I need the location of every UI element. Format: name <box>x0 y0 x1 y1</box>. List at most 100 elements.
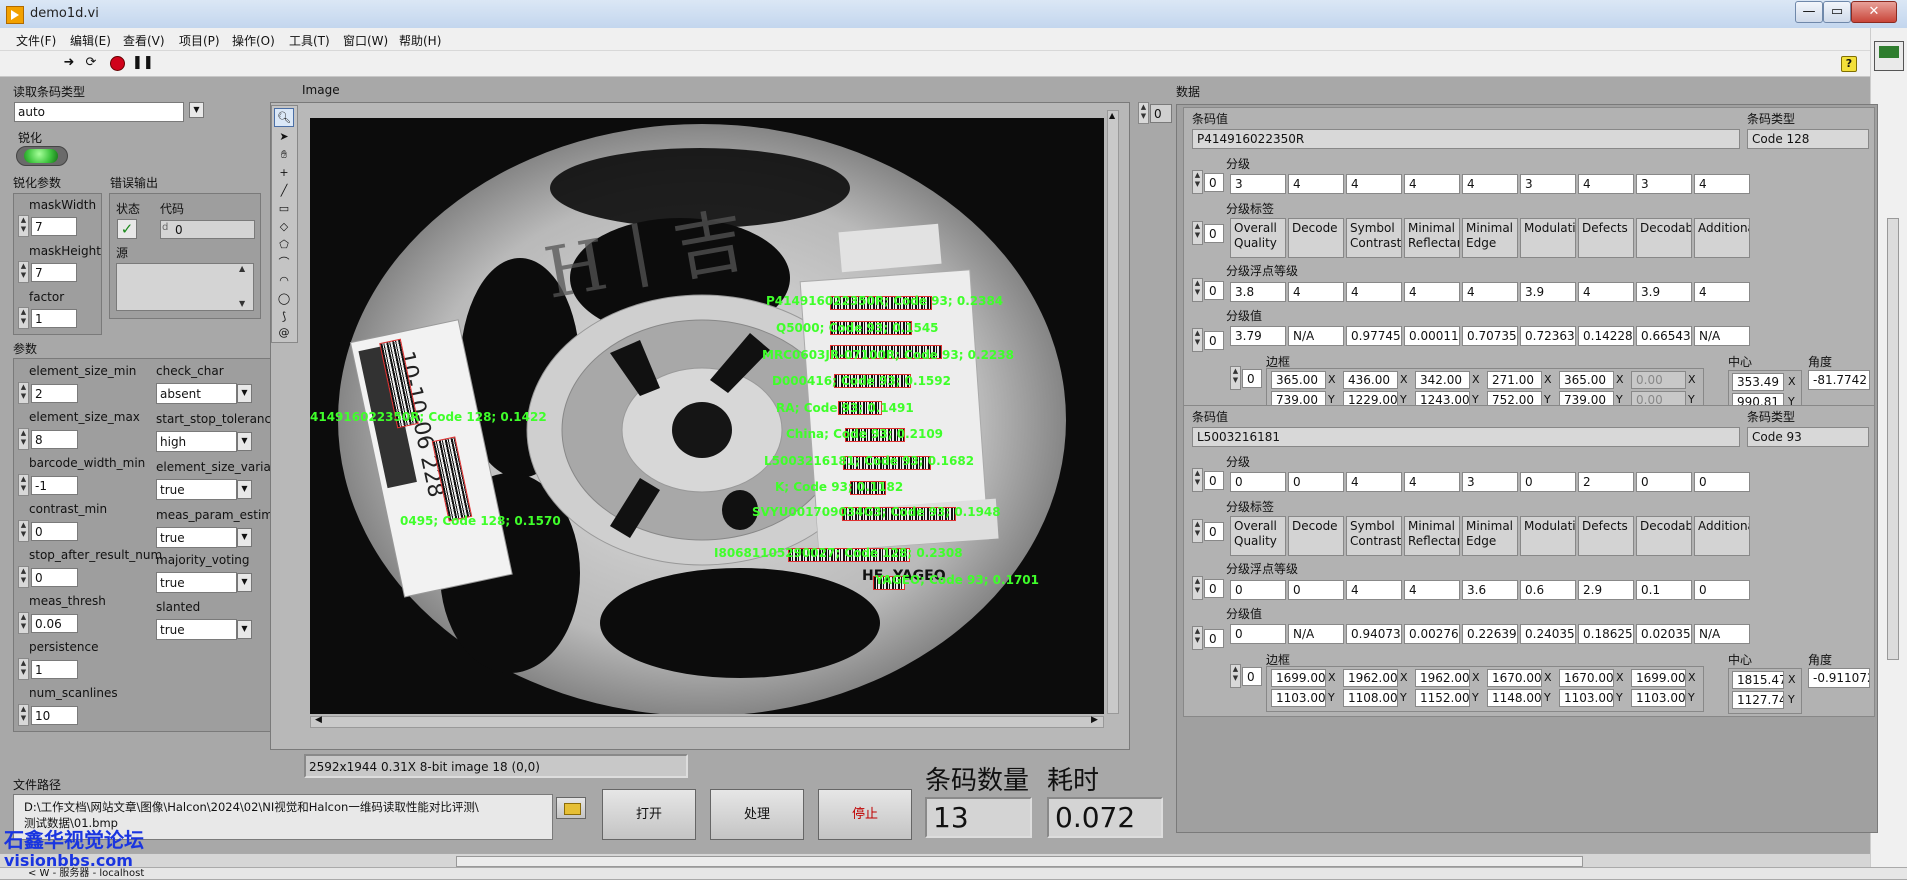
rotated-rect-tool-icon[interactable]: ◇ <box>274 217 294 236</box>
open-button[interactable]: 打开 <box>602 789 696 840</box>
meas-thresh-input[interactable]: 0.06 <box>31 614 78 633</box>
box-index-input[interactable]: 0 <box>1242 667 1262 686</box>
menu-help[interactable]: 帮助(H) <box>399 32 441 49</box>
run-arrow-icon[interactable]: ➜ <box>62 56 76 70</box>
values-index-spinner[interactable]: ▲ ▼ <box>1192 626 1203 650</box>
grade-index-spinner[interactable]: ▲ ▼ <box>1192 468 1203 492</box>
rectangle-tool-icon[interactable]: ▭ <box>274 199 294 218</box>
select-arrow-tool-icon[interactable]: ➤ <box>274 127 294 146</box>
grade-index-input[interactable]: 0 <box>1204 471 1224 490</box>
freehand-tool-icon[interactable]: ⌒ <box>274 253 294 272</box>
process-button[interactable]: 处理 <box>710 789 804 840</box>
vertical-scroll-thumb[interactable] <box>1887 218 1899 660</box>
element-size-max-spinner[interactable]: ▲ ▼ <box>18 428 29 450</box>
scroll-up-icon[interactable]: ▲ <box>1109 111 1115 120</box>
source-scroll-down-icon[interactable]: ▼ <box>239 299 245 308</box>
contrast-min-input[interactable]: 0 <box>31 522 78 541</box>
tags-index-input[interactable]: 0 <box>1204 224 1224 243</box>
menu-project[interactable]: 项目(P) <box>179 32 220 49</box>
menu-view[interactable]: 查看(V) <box>123 32 165 49</box>
grade-index-input[interactable]: 0 <box>1204 173 1224 192</box>
persistence-spinner[interactable]: ▲ ▼ <box>18 658 29 680</box>
mask-width-spinner[interactable]: ▲ ▼ <box>18 215 29 237</box>
start-stop-tolerance-select[interactable]: high <box>156 431 237 452</box>
menu-tools[interactable]: 工具(T) <box>289 32 330 49</box>
num-scanlines-spinner[interactable]: ▲ ▼ <box>18 704 29 726</box>
barcode-width-min-spinner[interactable]: ▲ ▼ <box>18 474 29 496</box>
factor-input[interactable]: 1 <box>31 309 77 328</box>
front-panel-horizontal-scrollbar[interactable] <box>0 853 1870 868</box>
pause-icon[interactable]: ❚❚ <box>132 56 154 70</box>
menu-operate[interactable]: 操作(O) <box>232 32 275 49</box>
values-index-spinner[interactable]: ▲ ▼ <box>1192 328 1203 352</box>
element-size-min-spinner[interactable]: ▲ ▼ <box>18 382 29 404</box>
check-char-dropdown-icon[interactable]: ▼ <box>237 384 252 403</box>
run-continuously-icon[interactable]: ⟳ <box>84 56 98 70</box>
zoom-tool-icon[interactable]: 🔍︎ <box>274 108 294 127</box>
values-index-input[interactable]: 0 <box>1204 629 1224 648</box>
barcode-width-min-input[interactable]: -1 <box>31 476 78 495</box>
menu-window[interactable]: 窗口(W) <box>343 32 388 49</box>
box-index-spinner[interactable]: ▲ ▼ <box>1230 366 1241 390</box>
scroll-right-icon[interactable]: ▶ <box>1091 715 1098 725</box>
data-index-input[interactable]: 0 <box>1150 104 1172 123</box>
slanted-select[interactable]: true <box>156 619 237 640</box>
float-index-spinner[interactable]: ▲ ▼ <box>1192 576 1203 600</box>
stop-button[interactable]: 停止 <box>818 789 912 840</box>
mask-height-input[interactable]: 7 <box>31 263 77 282</box>
minimize-button[interactable]: — <box>1795 1 1823 23</box>
line-tool-icon[interactable]: ╱ <box>274 181 294 200</box>
mask-width-input[interactable]: 7 <box>31 217 77 236</box>
menu-edit[interactable]: 编辑(E) <box>70 32 111 49</box>
error-code-field[interactable]: 0 <box>160 220 255 239</box>
start-stop-tolerance-dropdown-icon[interactable]: ▼ <box>237 432 252 451</box>
help-icon[interactable]: ? <box>1841 56 1857 72</box>
stop-after-result-num-input[interactable]: 0 <box>31 568 78 587</box>
image-horizontal-scrollbar[interactable]: ◀ ▶ <box>310 715 1104 728</box>
maximize-button[interactable]: ▭ <box>1823 1 1851 23</box>
float-index-input[interactable]: 0 <box>1204 579 1224 598</box>
abort-icon[interactable] <box>110 56 125 71</box>
point-tool-icon[interactable]: + <box>274 163 294 182</box>
image-vertical-scrollbar[interactable]: ▲ <box>1107 110 1119 714</box>
box-index-spinner[interactable]: ▲ ▼ <box>1230 664 1241 688</box>
meas-param-estimation-select[interactable]: true <box>156 527 237 548</box>
oval-tool-icon[interactable]: ◯ <box>274 289 294 308</box>
meas-param-estimation-dropdown-icon[interactable]: ▼ <box>237 528 252 547</box>
error-source-field[interactable] <box>116 263 254 311</box>
polygon-tool-icon[interactable]: ⬠ <box>274 235 294 254</box>
spiral-tool-icon[interactable]: @ <box>274 323 294 342</box>
mask-height-spinner[interactable]: ▲ ▼ <box>18 261 29 283</box>
image-canvas[interactable]: H丨吉 10-10-06 228 YAGEO HF P414916022350R… <box>310 118 1104 714</box>
element-size-max-input[interactable]: 8 <box>31 430 78 449</box>
tags-index-spinner[interactable]: ▲ ▼ <box>1192 519 1203 543</box>
close-button[interactable]: ✕ <box>1851 1 1897 23</box>
pan-hand-tool-icon[interactable]: ✋︎ <box>274 145 294 164</box>
stop-after-result-num-spinner[interactable]: ▲ ▼ <box>18 566 29 588</box>
float-index-input[interactable]: 0 <box>1204 281 1224 300</box>
horizontal-scroll-thumb[interactable] <box>456 856 1583 867</box>
majority-voting-select[interactable]: true <box>156 572 237 593</box>
element-size-min-input[interactable]: 2 <box>31 384 78 403</box>
data-index-spinner[interactable]: ▲ ▼ <box>1138 102 1149 124</box>
tags-index-input[interactable]: 0 <box>1204 522 1224 541</box>
browse-folder-button[interactable] <box>556 797 586 819</box>
factor-spinner[interactable]: ▲ ▼ <box>18 307 29 329</box>
check-char-select[interactable]: absent <box>156 383 237 404</box>
tags-index-spinner[interactable]: ▲ ▼ <box>1192 221 1203 245</box>
sharpen-toggle[interactable] <box>16 146 68 166</box>
element-size-variable-select[interactable]: true <box>156 479 237 500</box>
majority-voting-dropdown-icon[interactable]: ▼ <box>237 573 252 592</box>
slanted-dropdown-icon[interactable]: ▼ <box>237 620 252 639</box>
contrast-min-spinner[interactable]: ▲ ▼ <box>18 520 29 542</box>
grade-index-spinner[interactable]: ▲ ▼ <box>1192 170 1203 194</box>
float-index-spinner[interactable]: ▲ ▼ <box>1192 278 1203 302</box>
meas-thresh-spinner[interactable]: ▲ ▼ <box>18 612 29 634</box>
box-index-input[interactable]: 0 <box>1242 369 1262 388</box>
num-scanlines-input[interactable]: 10 <box>31 706 78 725</box>
annulus-tool-icon[interactable]: ◠ <box>274 271 294 290</box>
element-size-variable-dropdown-icon[interactable]: ▼ <box>237 480 252 499</box>
values-index-input[interactable]: 0 <box>1204 331 1224 350</box>
barcode-type-input[interactable]: auto <box>14 102 184 122</box>
persistence-input[interactable]: 1 <box>31 660 78 679</box>
